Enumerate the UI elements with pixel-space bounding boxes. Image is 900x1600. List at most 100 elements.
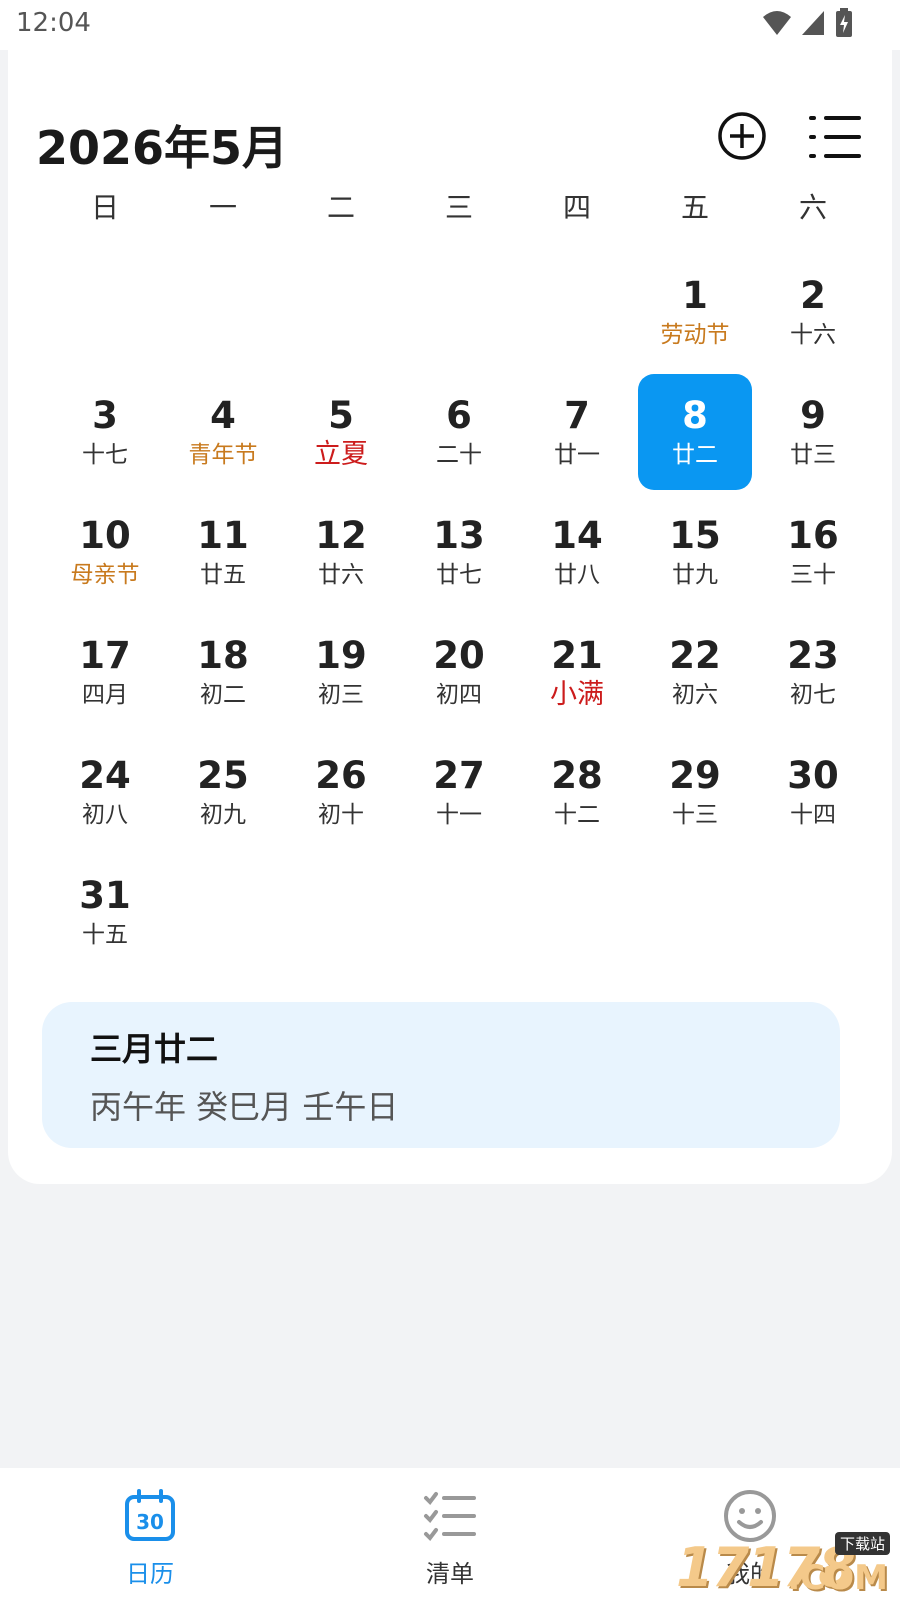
day-number: 31 bbox=[79, 874, 131, 917]
lunar-label: 四月 bbox=[82, 682, 128, 708]
day-number: 16 bbox=[787, 514, 839, 557]
day-cell[interactable]: 18 初二 bbox=[166, 614, 280, 730]
day-cell[interactable]: 29 十三 bbox=[638, 734, 752, 850]
watermark-badge: 下载站 bbox=[834, 1532, 890, 1555]
lunar-label: 小满 bbox=[550, 679, 604, 710]
day-cell[interactable]: 3 十七 bbox=[48, 374, 162, 490]
day-number: 3 bbox=[92, 394, 118, 437]
day-cell[interactable]: 12 廿六 bbox=[284, 494, 398, 610]
day-cell[interactable]: 21 小满 bbox=[520, 614, 634, 730]
calendar-icon-text: 30 bbox=[136, 1510, 164, 1534]
day-cell[interactable]: 7 廿一 bbox=[520, 374, 634, 490]
day-number: 24 bbox=[79, 754, 131, 797]
day-number: 22 bbox=[669, 634, 721, 677]
lunar-label: 廿七 bbox=[436, 562, 482, 588]
lunar-label: 母亲节 bbox=[70, 562, 140, 588]
weekday-label: 一 bbox=[208, 191, 237, 224]
battery-icon bbox=[836, 8, 852, 37]
day-cell[interactable]: 5 立夏 bbox=[284, 374, 398, 490]
lunar-label: 十三 bbox=[672, 802, 718, 828]
lunar-label: 廿八 bbox=[554, 562, 600, 588]
lunar-label: 初九 bbox=[200, 802, 246, 828]
day-number: 27 bbox=[433, 754, 485, 797]
lunar-label: 三十 bbox=[790, 562, 836, 588]
day-cell[interactable]: 9 廿三 bbox=[756, 374, 870, 490]
lunar-label: 劳动节 bbox=[660, 322, 730, 348]
lunar-date: 三月廿二 bbox=[90, 1030, 219, 1068]
day-cell[interactable]: 2 十六 bbox=[756, 254, 870, 370]
day-cell[interactable]: 15 廿九 bbox=[638, 494, 752, 610]
day-cell[interactable]: 11 廿五 bbox=[166, 494, 280, 610]
day-cell[interactable]: 27 十一 bbox=[402, 734, 516, 850]
status-bar: 12:04 bbox=[0, 0, 900, 50]
day-cell[interactable]: 25 初九 bbox=[166, 734, 280, 850]
day-number: 26 bbox=[315, 754, 367, 797]
nav-checklist[interactable]: 清单 bbox=[300, 1468, 600, 1600]
day-cell[interactable]: 22 初六 bbox=[638, 614, 752, 730]
day-cell[interactable]: 23 初七 bbox=[756, 614, 870, 730]
lunar-label: 十四 bbox=[790, 802, 836, 828]
lunar-label: 廿三 bbox=[790, 442, 836, 468]
day-number: 9 bbox=[800, 394, 826, 437]
day-number: 6 bbox=[446, 394, 472, 437]
lunar-label: 十一 bbox=[436, 802, 482, 828]
day-info-panel: 三月廿二 丙午年 癸巳月 壬午日 bbox=[42, 1002, 840, 1148]
lunar-label: 十五 bbox=[82, 922, 128, 948]
day-number: 28 bbox=[551, 754, 603, 797]
day-number: 10 bbox=[79, 514, 131, 557]
day-number: 20 bbox=[433, 634, 485, 677]
watermark-suffix: .COM bbox=[787, 1558, 888, 1598]
watermark-logo: 17178 下载站 .COM bbox=[676, 1532, 896, 1600]
nav-label: 清单 bbox=[426, 1560, 474, 1588]
lunar-label: 廿一 bbox=[554, 442, 600, 468]
weekday-label: 日 bbox=[90, 191, 119, 224]
month-title[interactable]: 2026年5月 bbox=[36, 112, 288, 178]
day-cell[interactable]: 28 十二 bbox=[520, 734, 634, 850]
day-cell[interactable]: 24 初八 bbox=[48, 734, 162, 850]
day-cell[interactable]: 17 四月 bbox=[48, 614, 162, 730]
day-number: 19 bbox=[315, 634, 367, 677]
lunar-label: 廿二 bbox=[672, 442, 718, 468]
lunar-label: 二十 bbox=[436, 442, 482, 468]
wifi-icon bbox=[763, 11, 791, 35]
weekday-label: 五 bbox=[680, 191, 709, 224]
list-menu-button[interactable] bbox=[808, 114, 862, 160]
day-cell[interactable]: 1 劳动节 bbox=[638, 254, 752, 370]
day-number: 18 bbox=[197, 634, 249, 677]
day-cell[interactable]: 19 初三 bbox=[284, 614, 398, 730]
day-number: 5 bbox=[328, 394, 354, 437]
day-cell[interactable]: 30 十四 bbox=[756, 734, 870, 850]
lunar-label: 初四 bbox=[436, 682, 482, 708]
day-cell[interactable]: 26 初十 bbox=[284, 734, 398, 850]
day-cell[interactable]: 4 青年节 bbox=[166, 374, 280, 490]
lunar-label: 初八 bbox=[82, 802, 128, 828]
day-number: 25 bbox=[197, 754, 249, 797]
day-number: 4 bbox=[210, 394, 236, 437]
day-cell-selected[interactable]: 8 廿二 bbox=[638, 374, 752, 490]
status-time: 12:04 bbox=[16, 8, 91, 38]
day-cell[interactable]: 20 初四 bbox=[402, 614, 516, 730]
add-button[interactable] bbox=[716, 110, 768, 162]
day-number: 15 bbox=[669, 514, 721, 557]
calendar-card: 2026年5月 日 一 二 三 四 五 六 1 劳动节 2 十六 3 十七 4 青年节 5 立夏 6… bbox=[8, 50, 892, 1184]
lunar-label: 十七 bbox=[82, 442, 128, 468]
ganzhi-date: 丙午年 癸巳月 壬午日 bbox=[90, 1088, 399, 1126]
day-cell[interactable]: 6 二十 bbox=[402, 374, 516, 490]
weekday-label: 三 bbox=[444, 191, 473, 224]
day-cell[interactable]: 31 十五 bbox=[48, 854, 162, 970]
day-cell[interactable]: 10 母亲节 bbox=[48, 494, 162, 610]
weekday-label: 六 bbox=[798, 191, 827, 224]
day-number: 30 bbox=[787, 754, 839, 797]
lunar-label: 立夏 bbox=[314, 439, 368, 470]
day-cell[interactable]: 13 廿七 bbox=[402, 494, 516, 610]
day-cell[interactable]: 16 三十 bbox=[756, 494, 870, 610]
signal-icon bbox=[802, 11, 824, 35]
day-number: 12 bbox=[315, 514, 367, 557]
lunar-label: 初二 bbox=[200, 682, 246, 708]
calendar-grid: 1 劳动节 2 十六 3 十七 4 青年节 5 立夏 6 二十 7 廿一 8 廿二 9 廿三 10 母亲节 11 廿五 12… bbox=[46, 252, 872, 972]
nav-calendar[interactable]: 30 日历 bbox=[0, 1468, 300, 1600]
day-cell[interactable]: 14 廿八 bbox=[520, 494, 634, 610]
day-number: 2 bbox=[800, 274, 826, 317]
lunar-label: 初七 bbox=[790, 682, 836, 708]
lunar-label: 廿五 bbox=[200, 562, 246, 588]
